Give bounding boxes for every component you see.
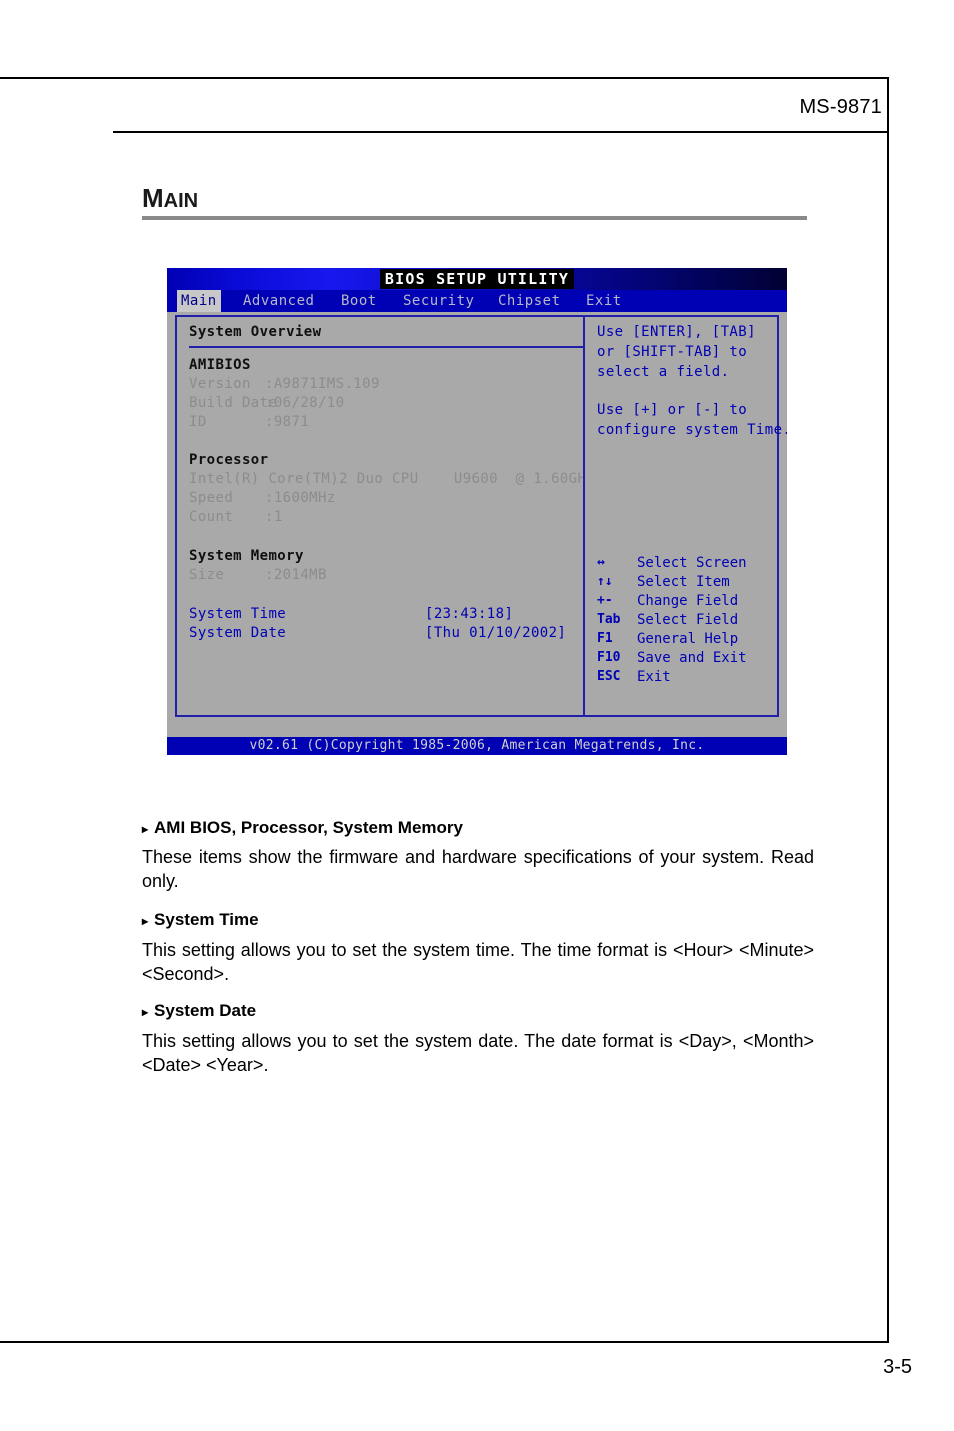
- document-code: MS-9871: [799, 96, 882, 118]
- triangle-bullet-icon: ▸: [142, 821, 149, 836]
- processor-count-label: Count: [189, 509, 234, 525]
- bios-body: System Overview AMIBIOS Version :A9871IM…: [167, 312, 787, 732]
- processor-speed-label: Speed: [189, 490, 234, 506]
- help-line-1: Use [ENTER], [TAB]: [597, 324, 756, 340]
- bios-copyright-bar: v02.61 (C)Copyright 1985-2006, American …: [167, 737, 787, 755]
- page-frame-right-rule: [887, 77, 889, 1343]
- heading-system-time: ▸ System Time: [142, 910, 259, 930]
- amibios-id-value: :9871: [265, 414, 310, 430]
- key-select-field: Select Field: [637, 612, 739, 628]
- triangle-bullet-icon: ▸: [142, 1004, 149, 1019]
- select-item-arrows-icon: ↑↓: [597, 574, 613, 589]
- f10-key-icon: F10: [597, 650, 621, 665]
- processor-count-value: :1: [265, 509, 283, 525]
- tab-key-icon: Tab: [597, 612, 621, 627]
- section-rule: [142, 216, 807, 220]
- system-memory-size-value: :2014MB: [265, 567, 327, 583]
- processor-model: Intel(R) Core(TM)2 Duo CPU U9600 @ 1.60G…: [189, 471, 596, 487]
- amibios-version-value: :A9871IMS.109: [265, 376, 380, 392]
- heading-system-date-text: System Date: [154, 1001, 257, 1020]
- system-overview-heading: System Overview: [189, 324, 322, 340]
- system-overview-rule: [189, 346, 585, 348]
- bios-panel-divider: [583, 315, 585, 717]
- tab-main[interactable]: Main: [177, 290, 221, 312]
- help-line-5: configure system Time.: [597, 422, 787, 438]
- paragraph-ami-bios: These items show the firmware and hardwa…: [142, 847, 814, 891]
- page-number: 3-5: [883, 1356, 912, 1378]
- tab-advanced[interactable]: Advanced: [239, 290, 318, 312]
- page-title-initial: M: [142, 183, 164, 213]
- change-field-plusminus-icon: +-: [597, 593, 613, 608]
- amibios-id-label: ID: [189, 414, 207, 430]
- header-rule: [113, 131, 888, 133]
- heading-system-time-text: System Time: [154, 910, 259, 929]
- help-line-3: select a field.: [597, 364, 730, 380]
- key-change-field: Change Field: [637, 593, 739, 609]
- tab-chipset[interactable]: Chipset: [494, 290, 565, 312]
- key-general-help: General Help: [637, 631, 739, 647]
- paragraph-system-time: This setting allows you to set the syste…: [142, 940, 814, 984]
- system-time-value[interactable]: [23:43:18]: [425, 606, 513, 622]
- page-title-rest: AIN: [163, 190, 199, 212]
- key-select-item: Select Item: [637, 574, 730, 590]
- key-select-screen: Select Screen: [637, 555, 747, 571]
- bios-title: BIOS SETUP UTILITY: [167, 268, 787, 290]
- system-time-label[interactable]: System Time: [189, 606, 286, 622]
- heading-system-date: ▸ System Date: [142, 1001, 256, 1021]
- page-frame-top-rule: [0, 77, 889, 79]
- tab-boot[interactable]: Boot: [337, 290, 381, 312]
- heading-ami-bios: ▸ AMI BIOS, Processor, System Memory: [142, 818, 463, 838]
- processor-speed-value: :1600MHz: [265, 490, 336, 506]
- system-date-label[interactable]: System Date: [189, 625, 286, 641]
- key-exit: Exit: [637, 669, 671, 685]
- system-memory-heading: System Memory: [189, 548, 304, 564]
- amibios-heading: AMIBIOS: [189, 357, 251, 373]
- amibios-build-date-value: :06/28/10: [265, 395, 345, 411]
- tab-security[interactable]: Security: [399, 290, 478, 312]
- help-line-4: Use [+] or [-] to: [597, 402, 748, 418]
- bios-title-text: BIOS SETUP UTILITY: [379, 269, 575, 289]
- help-line-2: or [SHIFT-TAB] to: [597, 344, 748, 360]
- bios-help-panel: Use [ENTER], [TAB] or [SHIFT-TAB] to sel…: [583, 315, 787, 717]
- system-date-value[interactable]: [Thu 01/10/2002]: [425, 625, 566, 641]
- bios-setup-screenshot: BIOS SETUP UTILITY Main Advanced Boot Se…: [167, 268, 787, 755]
- triangle-bullet-icon: ▸: [142, 913, 149, 928]
- paragraph-system-date: This setting allows you to set the syste…: [142, 1031, 814, 1075]
- page-frame-bottom-rule: [0, 1341, 889, 1343]
- heading-ami-bios-text: AMI BIOS, Processor, System Memory: [154, 818, 463, 837]
- f1-key-icon: F1: [597, 631, 613, 646]
- system-memory-size-label: Size: [189, 567, 225, 583]
- processor-heading: Processor: [189, 452, 269, 468]
- esc-key-icon: ESC: [597, 669, 621, 684]
- page-title: MAIN: [142, 183, 198, 214]
- select-screen-arrows-icon: ↔: [597, 555, 605, 570]
- bios-left-panel: System Overview AMIBIOS Version :A9871IM…: [175, 315, 595, 717]
- key-save-and-exit: Save and Exit: [637, 650, 747, 666]
- amibios-version-label: Version: [189, 376, 251, 392]
- tab-exit[interactable]: Exit: [582, 290, 626, 312]
